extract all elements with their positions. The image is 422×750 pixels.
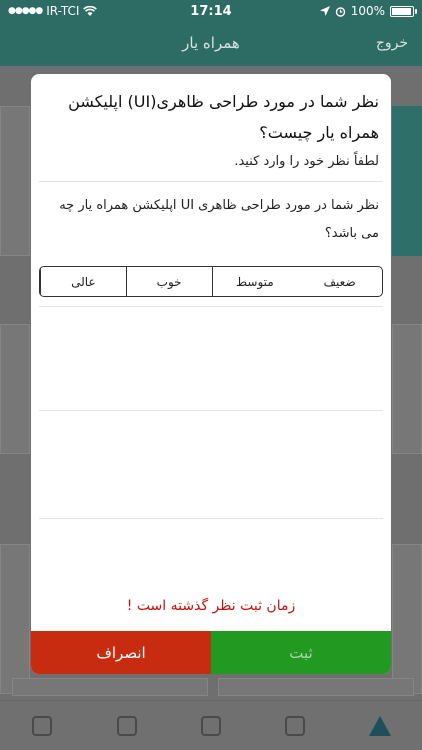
survey-dialog: نظر شما در مورد طراحی ظاهری(UI) اپلیکشن … [31, 74, 391, 674]
page-title: همراه یار [182, 34, 240, 52]
battery-level [392, 7, 411, 15]
phone-icon [285, 715, 306, 736]
wifi-icon [83, 5, 98, 16]
alarm-icon [335, 6, 345, 17]
battery-percent: 100% [350, 4, 385, 18]
answer-text-area[interactable] [39, 306, 383, 536]
tab-middle[interactable] [169, 701, 253, 750]
dialog-actions: انصراف ثبت [31, 631, 391, 674]
submit-button[interactable]: ثبت [211, 631, 391, 674]
status-bar: ●●●●● IR-TCI 17:14 100% [0, 0, 422, 22]
dialog-title: نظر شما در مورد طراحی ظاهری(UI) اپلیکشن … [68, 92, 379, 142]
background-card [0, 324, 30, 454]
rating-option-good[interactable]: خوب [125, 267, 212, 296]
location-arrow-icon [319, 6, 330, 16]
background-card [12, 678, 208, 696]
dialog-subtitle: لطفاً نظر خود را وارد کنید. [234, 154, 379, 169]
home-icon [368, 715, 391, 736]
question-icon [32, 715, 53, 736]
rating-segmented-control: ضعیف متوسط خوب عالی [39, 266, 383, 297]
background-banner [392, 106, 422, 256]
divider [39, 306, 383, 307]
background-card [0, 106, 30, 256]
tab-profile[interactable] [84, 701, 168, 750]
tab-home[interactable] [338, 701, 422, 750]
rating-option-weak[interactable]: ضعیف [297, 267, 382, 296]
bottom-tab-bar [0, 700, 422, 750]
battery-icon [390, 5, 417, 17]
rating-option-average[interactable]: متوسط [211, 267, 298, 296]
shield-icon [200, 715, 221, 736]
carrier-name: IR-TCI [46, 4, 80, 18]
user-icon [116, 715, 137, 736]
background-card [218, 678, 414, 696]
divider [39, 518, 383, 519]
nav-bar: خروج همراه یار [0, 22, 422, 66]
background-card [0, 544, 30, 694]
tab-questions[interactable] [0, 701, 84, 750]
background-card [392, 324, 422, 454]
background-card [392, 544, 422, 694]
signal-strength-icon: ●●●●● [8, 6, 43, 16]
expired-message: زمان ثبت نظر گذشته است ! [126, 598, 296, 614]
cancel-button[interactable]: انصراف [31, 631, 211, 674]
clock: 17:14 [190, 3, 232, 19]
tab-phone[interactable] [253, 701, 337, 750]
question-text: نظر شما در مورد طراحی ظاهری UI اپلیکشن ه… [59, 198, 379, 241]
rating-option-excellent[interactable]: عالی [40, 267, 126, 296]
divider [39, 410, 383, 411]
